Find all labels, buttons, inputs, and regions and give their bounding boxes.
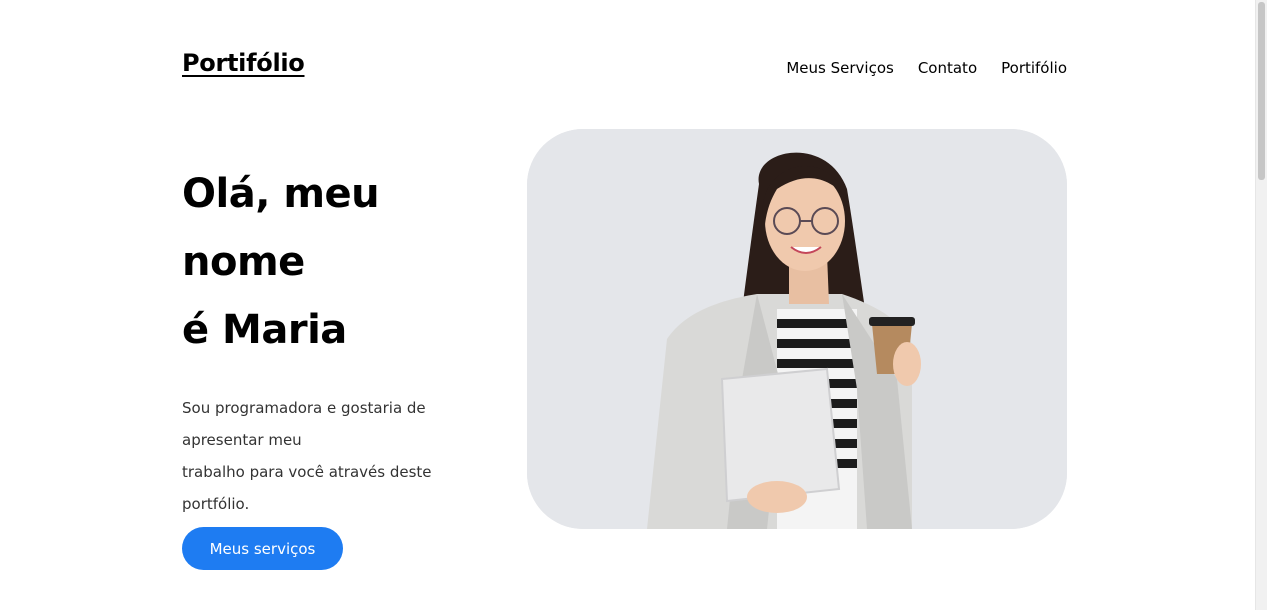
nav-link-portifolio[interactable]: Portifólio [1001, 59, 1067, 77]
headline-line: é Maria [182, 307, 347, 353]
meus-servicos-button[interactable]: Meus serviços [182, 527, 343, 570]
nav-link-servicos[interactable]: Meus Serviços [786, 59, 893, 77]
person-photo-icon [527, 129, 1067, 529]
intro-line: trabalho para você através deste [182, 463, 432, 481]
hero-photo [527, 129, 1067, 529]
page-scrollbar[interactable] [1255, 0, 1267, 610]
intro-line: Sou programadora e gostaria de [182, 399, 426, 417]
nav-link-contato[interactable]: Contato [918, 59, 977, 77]
headline-line: nome [182, 239, 305, 285]
page: Portifólio Meus Serviços Contato Portifó… [0, 0, 1256, 610]
site-logo[interactable]: Portifólio [182, 49, 305, 77]
headline-line: Olá, meu [182, 171, 380, 217]
main-nav: Meus Serviços Contato Portifólio [786, 59, 1067, 77]
intro-line: apresentar meu [182, 431, 302, 449]
hero-intro: Sou programadora e gostaria de apresenta… [182, 392, 472, 520]
intro-line: portfólio. [182, 495, 250, 513]
scrollbar-thumb[interactable] [1258, 2, 1265, 180]
hero-headline: Olá, meu nome é Maria [182, 160, 380, 364]
